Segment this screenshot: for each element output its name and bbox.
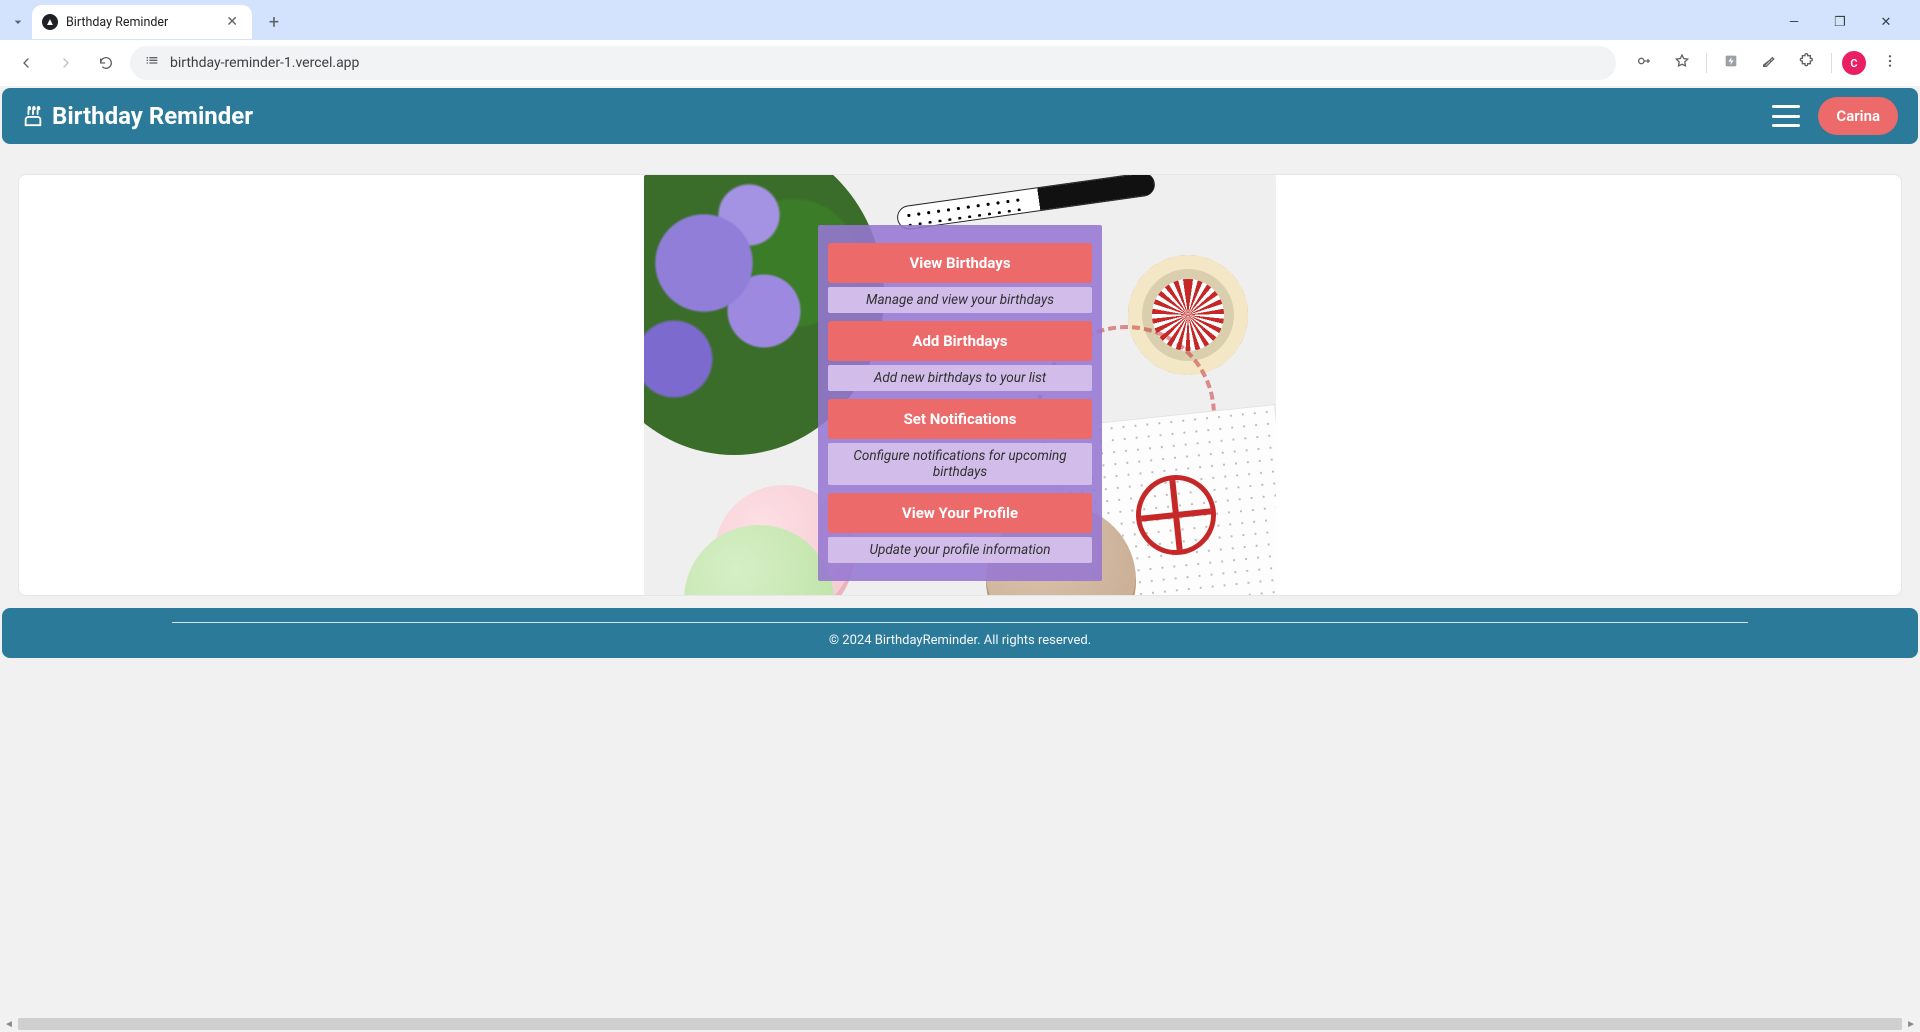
- eyedropper-icon[interactable]: [1755, 53, 1783, 73]
- hamburger-bar-icon: [1772, 124, 1800, 127]
- app-header: Birthday Reminder Carina: [2, 88, 1918, 144]
- bookmark-star-icon[interactable]: [1668, 53, 1696, 73]
- browser-chrome: ▲ Birthday Reminder ✕ + — ❐ ✕ birthday-r…: [0, 0, 1920, 86]
- hamburger-bar-icon: [1772, 115, 1800, 118]
- menu-card: View Birthdays Manage and view your birt…: [818, 225, 1102, 581]
- scroll-right-icon[interactable]: ►: [1906, 1019, 1916, 1030]
- browser-toolbar: birthday-reminder-1.vercel.app C: [0, 40, 1920, 86]
- footer-copyright: © 2024 BirthdayReminder. All rights rese…: [2, 633, 1918, 648]
- page-viewport: Birthday Reminder Carina View Birthd: [0, 86, 1920, 1016]
- scroll-left-icon[interactable]: ◄: [4, 1019, 14, 1030]
- reload-icon: [98, 55, 114, 71]
- arrow-right-icon: [58, 55, 74, 71]
- site-info-icon[interactable]: [144, 53, 160, 73]
- window-controls: — ❐ ✕: [1780, 15, 1912, 30]
- header-right: Carina: [1772, 97, 1898, 135]
- menu-item-set-notifications: Set Notifications Configure notification…: [828, 399, 1092, 485]
- tab-close-button[interactable]: ✕: [222, 14, 242, 30]
- birthday-cake-icon: [22, 105, 44, 127]
- nav-reload-button[interactable]: [90, 47, 122, 79]
- toolbar-separator: [1706, 53, 1707, 73]
- nav-forward-button[interactable]: [50, 47, 82, 79]
- tab-favicon: ▲: [42, 14, 58, 30]
- toolbar-separator: [1831, 53, 1832, 73]
- window-minimize-button[interactable]: —: [1780, 15, 1808, 30]
- tab-title: Birthday Reminder: [66, 15, 168, 30]
- hero-image: View Birthdays Manage and view your birt…: [644, 175, 1276, 595]
- tab-search-dropdown[interactable]: [8, 12, 28, 32]
- arrow-left-icon: [18, 55, 34, 71]
- profile-avatar[interactable]: C: [1842, 51, 1866, 75]
- new-tab-button[interactable]: +: [260, 8, 288, 36]
- view-birthdays-button[interactable]: View Birthdays: [828, 243, 1092, 283]
- browser-tab[interactable]: ▲ Birthday Reminder ✕: [32, 5, 252, 39]
- brand[interactable]: Birthday Reminder: [22, 102, 253, 130]
- scrollbar-track[interactable]: [18, 1018, 1902, 1030]
- user-profile-pill[interactable]: Carina: [1818, 97, 1898, 135]
- horizontal-scrollbar[interactable]: ◄ ►: [0, 1016, 1920, 1032]
- extensions-puzzle-icon[interactable]: [1793, 53, 1821, 73]
- view-profile-desc: Update your profile information: [828, 537, 1092, 563]
- add-birthdays-button[interactable]: Add Birthdays: [828, 321, 1092, 361]
- window-maximize-button[interactable]: ❐: [1826, 15, 1854, 30]
- address-url: birthday-reminder-1.vercel.app: [170, 55, 359, 71]
- nav-back-button[interactable]: [10, 47, 42, 79]
- kebab-menu-icon[interactable]: [1876, 53, 1904, 73]
- app-footer: © 2024 BirthdayReminder. All rights rese…: [2, 608, 1918, 658]
- chevron-down-icon: [10, 14, 26, 30]
- main-card: View Birthdays Manage and view your birt…: [18, 174, 1902, 596]
- menu-item-view-profile: View Your Profile Update your profile in…: [828, 493, 1092, 563]
- view-birthdays-desc: Manage and view your birthdays: [828, 287, 1092, 313]
- view-profile-button[interactable]: View Your Profile: [828, 493, 1092, 533]
- menu-item-add-birthdays: Add Birthdays Add new birthdays to your …: [828, 321, 1092, 391]
- hamburger-menu-button[interactable]: [1772, 105, 1800, 127]
- address-bar[interactable]: birthday-reminder-1.vercel.app: [130, 46, 1616, 80]
- set-notifications-desc: Configure notifications for upcoming bir…: [828, 443, 1092, 485]
- window-close-button[interactable]: ✕: [1872, 15, 1900, 30]
- extension-bolt-icon[interactable]: [1717, 53, 1745, 73]
- brand-title: Birthday Reminder: [52, 102, 253, 130]
- toolbar-right: C: [1624, 51, 1910, 75]
- hamburger-bar-icon: [1772, 105, 1800, 108]
- tab-bar: ▲ Birthday Reminder ✕ + — ❐ ✕: [0, 0, 1920, 40]
- footer-divider: [172, 622, 1748, 623]
- menu-item-view-birthdays: View Birthdays Manage and view your birt…: [828, 243, 1092, 313]
- password-key-icon[interactable]: [1630, 53, 1658, 73]
- add-birthdays-desc: Add new birthdays to your list: [828, 365, 1092, 391]
- set-notifications-button[interactable]: Set Notifications: [828, 399, 1092, 439]
